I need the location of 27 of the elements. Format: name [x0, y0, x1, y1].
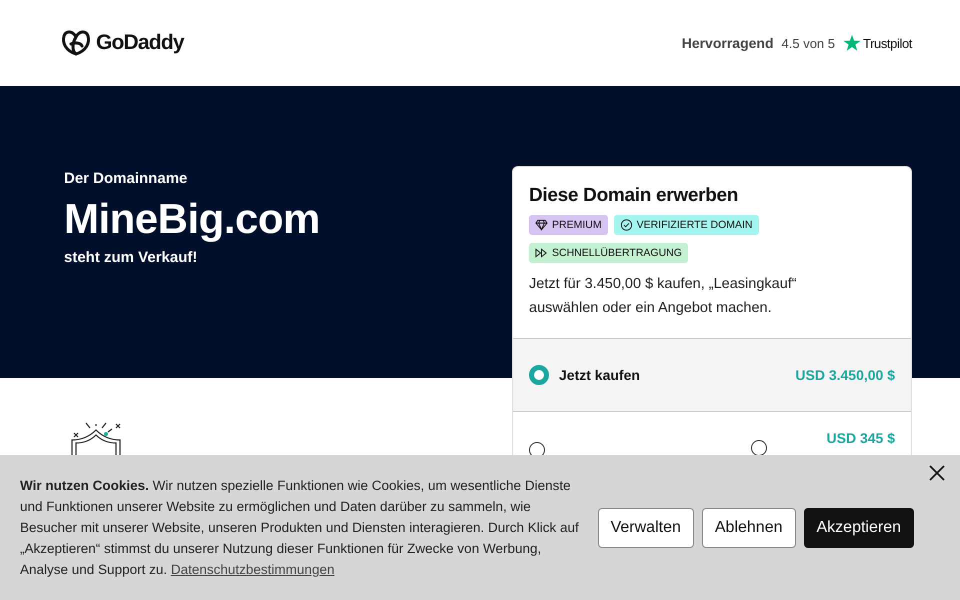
close-icon[interactable]	[928, 464, 946, 482]
option-label: Jetzt kaufen	[559, 367, 641, 383]
description-text: Jetzt für 3.450,00 $ kaufen, „Leasingkauf“ auswählen oder ein Angebot machen.	[529, 275, 798, 318]
cookie-button[interactable]: Ablehnen	[702, 508, 796, 548]
cookie-button[interactable]: Akzeptieren	[804, 508, 914, 548]
domain-name: MineBig.com	[64, 195, 320, 243]
cookie-button[interactable]: Verwalten	[598, 508, 694, 548]
check-circle-icon	[620, 219, 633, 231]
logo-icon	[60, 29, 92, 57]
subtitle: steht zum Verkauf!	[64, 249, 198, 266]
logo-text[interactable]: GoDaddy	[96, 31, 184, 55]
card-title: Diese Domain erwerben	[529, 185, 740, 207]
fast-forward-icon	[535, 247, 548, 259]
badge: PREMIUM	[529, 215, 608, 235]
badge: VERIFIZIERTE DOMAIN	[614, 215, 758, 235]
purchase-option[interactable]: Jetzt kaufen USD 3.450,00 $	[513, 338, 911, 411]
rating-label: Hervorragend	[682, 35, 774, 51]
option-price: USD 3.450,00 $	[795, 367, 895, 383]
rating-score: 4.5 von 5	[782, 36, 836, 50]
star-icon	[843, 34, 862, 52]
radio-button[interactable]	[529, 365, 549, 385]
option-price: USD 345 $	[826, 430, 895, 446]
trustpilot-logo[interactable]: Trustpilot	[863, 36, 912, 50]
eyebrow-text: Der Domainname	[64, 170, 188, 187]
badge: SCHNELLÜBERTRAGUNG	[529, 243, 688, 263]
privacy-link[interactable]: Datenschutzbestimmungen	[170, 562, 334, 577]
diamond-icon	[535, 219, 548, 231]
